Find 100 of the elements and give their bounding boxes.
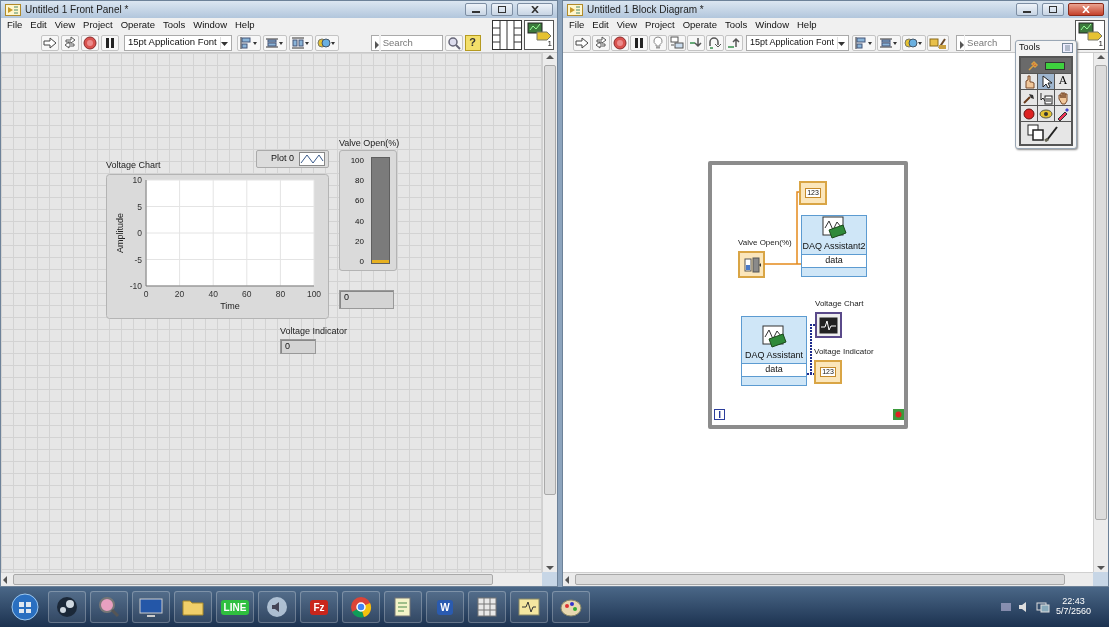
tick-label: 0 <box>137 228 142 238</box>
menu-item[interactable]: File <box>569 20 585 31</box>
express-vi-node[interactable]: DAQ Assistant2 data <box>801 215 867 277</box>
run-continuously-button[interactable] <box>61 34 79 51</box>
scroll-down-arrow-icon[interactable] <box>546 564 554 572</box>
menu-item[interactable]: File <box>7 20 23 31</box>
taskbar-app[interactable]: W <box>426 591 464 623</box>
font-dropdown[interactable]: 15pt Application Font <box>124 34 232 51</box>
positioning-tool-button[interactable] <box>1038 74 1054 89</box>
close-button[interactable] <box>1068 3 1104 16</box>
auto-tool-button[interactable] <box>1021 58 1071 73</box>
flag-icon[interactable] <box>999 601 1012 613</box>
menu-item[interactable]: Window <box>193 20 227 31</box>
output-terminal[interactable]: data <box>802 253 866 268</box>
font-dropdown[interactable]: 15pt Application Font <box>746 34 850 51</box>
taskbar-app[interactable] <box>384 591 422 623</box>
pause-button[interactable] <box>630 34 648 51</box>
menu-item[interactable]: Window <box>755 20 789 31</box>
maximize-button[interactable] <box>491 3 513 16</box>
color-copy-tool-button[interactable] <box>1055 106 1071 121</box>
output-terminal[interactable]: data <box>742 363 806 377</box>
menu-item[interactable]: Project <box>83 20 113 31</box>
vi-icon[interactable]: 1 <box>1075 20 1105 50</box>
vertical-scrollbar[interactable] <box>1093 53 1108 572</box>
scroll-up-arrow-icon[interactable] <box>546 53 554 61</box>
breakpoint-icon <box>1022 106 1036 121</box>
distribute-objects-button[interactable] <box>262 34 287 51</box>
run-button[interactable] <box>41 34 59 51</box>
taskbar-app[interactable] <box>342 591 380 623</box>
pin-icon[interactable] <box>1062 43 1073 53</box>
taskbar-app[interactable] <box>90 591 128 623</box>
step-into-button[interactable] <box>687 34 705 51</box>
retain-wire-values-button[interactable] <box>668 34 686 51</box>
search-button[interactable] <box>444 34 463 51</box>
vi-icon[interactable]: 1 <box>524 20 554 50</box>
connector-pane-icon[interactable] <box>492 20 522 50</box>
pause-icon <box>103 35 117 50</box>
pause-button[interactable] <box>101 34 119 51</box>
monitor-icon <box>139 595 163 619</box>
step-over-button[interactable] <box>706 34 724 51</box>
taskbar-app[interactable] <box>174 591 212 623</box>
menu-item[interactable]: Edit <box>30 20 47 31</box>
probe-tool-button[interactable] <box>1038 106 1054 121</box>
plot-legend[interactable]: Plot 0 <box>256 150 329 168</box>
express-vi-node[interactable]: DAQ Assistant data <box>741 316 807 386</box>
scroll-thumb[interactable] <box>575 574 1065 585</box>
maximize-button[interactable] <box>1042 3 1064 16</box>
numeric-control-terminal[interactable] <box>738 251 765 278</box>
magnifier-icon <box>97 595 121 619</box>
text-tool-button[interactable]: A <box>1055 74 1071 89</box>
horizontal-scrollbar[interactable] <box>1 572 542 586</box>
taskbar-app[interactable]: Fz <box>300 591 338 623</box>
scroll-down-arrow-icon[interactable] <box>1097 564 1105 572</box>
menu-item[interactable]: Help <box>235 20 255 31</box>
menu-item[interactable]: Tools <box>725 20 748 31</box>
scroll-thumb[interactable] <box>544 65 556 495</box>
shortcut-menu-tool-button[interactable] <box>1038 90 1054 105</box>
scroll-left-arrow-icon[interactable] <box>563 575 571 584</box>
close-button[interactable] <box>517 3 553 16</box>
minimize-button[interactable] <box>465 3 487 16</box>
scroll-up-arrow-icon[interactable] <box>1097 53 1105 61</box>
align-objects-button[interactable] <box>852 34 877 51</box>
taskbar-app[interactable] <box>258 591 296 623</box>
chart-terminal[interactable] <box>815 312 842 338</box>
align-objects-button[interactable] <box>236 34 261 51</box>
help-button[interactable]: ? <box>464 34 481 51</box>
taskbar-app[interactable] <box>48 591 86 623</box>
run-button[interactable] <box>573 34 591 51</box>
taskbar-app[interactable] <box>552 591 590 623</box>
scroll-tool-button[interactable] <box>1055 90 1071 105</box>
resize-objects-button[interactable] <box>288 34 313 51</box>
taskbar-app[interactable] <box>468 591 506 623</box>
step-out-button[interactable] <box>725 34 743 51</box>
menu-item[interactable]: Tools <box>163 20 186 31</box>
menu-item[interactable]: Help <box>797 20 817 31</box>
scroll-thumb[interactable] <box>1095 65 1107 520</box>
abort-button[interactable] <box>81 34 99 51</box>
menu-item[interactable]: Operate <box>120 20 155 31</box>
scroll-thumb[interactable] <box>13 574 493 585</box>
reorder-button[interactable] <box>902 34 927 51</box>
network-icon[interactable] <box>1035 601 1050 613</box>
vertical-scrollbar[interactable] <box>542 53 557 572</box>
menu-item[interactable]: Edit <box>592 20 609 31</box>
abort-button[interactable] <box>611 34 629 51</box>
minimize-button[interactable] <box>1016 3 1038 16</box>
menu-item[interactable]: Project <box>645 20 675 31</box>
scroll-left-arrow-icon[interactable] <box>1 575 9 584</box>
menu-item[interactable]: View <box>616 20 638 31</box>
clean-up-diagram-button[interactable] <box>927 34 950 51</box>
reorder-button[interactable] <box>314 34 339 51</box>
operate-tool-button[interactable] <box>1021 74 1037 89</box>
run-continuously-button[interactable] <box>592 34 610 51</box>
breakpoint-tool-button[interactable] <box>1021 106 1037 121</box>
menu-item[interactable]: View <box>54 20 76 31</box>
taskbar-app[interactable] <box>510 591 548 623</box>
distribute-objects-button[interactable] <box>877 34 902 51</box>
horizontal-scrollbar[interactable] <box>563 572 1093 586</box>
tick-label: 5 <box>137 201 142 212</box>
coloring-tool-button[interactable] <box>1021 122 1071 144</box>
menu-item[interactable]: Operate <box>682 20 717 31</box>
